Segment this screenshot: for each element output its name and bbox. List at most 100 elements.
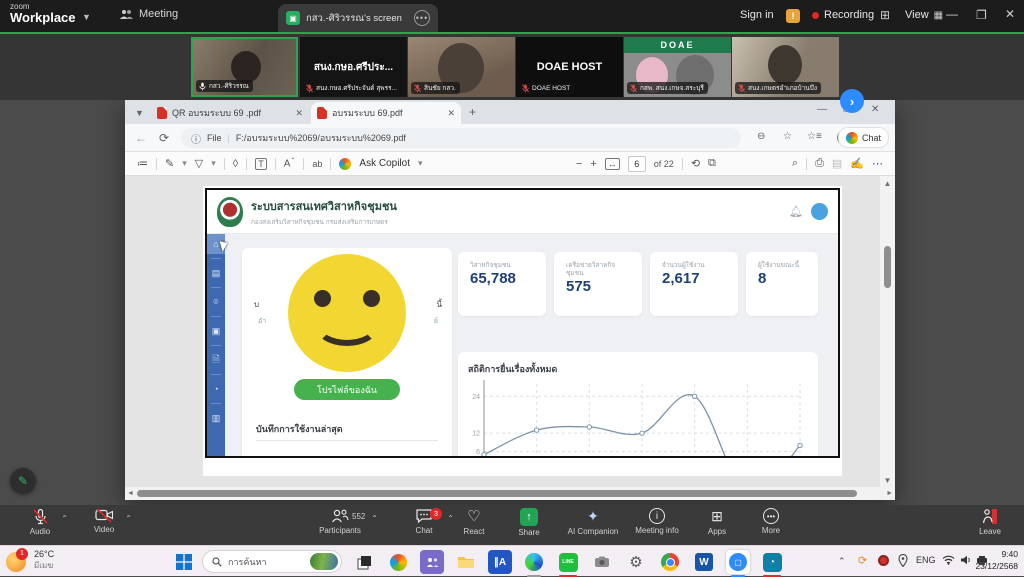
close-tab-icon[interactable]: ✕ [295, 108, 303, 119]
close-button[interactable]: ✕ [1005, 7, 1015, 21]
favorite-star-icon[interactable]: ☆ [783, 131, 792, 142]
back-icon[interactable]: ← [135, 131, 147, 145]
settings-button[interactable]: ⚙ [624, 550, 648, 574]
my-profile-button[interactable]: โปรไฟล์ของฉัน [294, 379, 400, 400]
video-tile[interactable]: สนง.กษอ.ศรีประ... สนง.กษอ.ศรีประจันต์ สุ… [300, 37, 407, 97]
blue-app-button[interactable]: ∥A [488, 550, 512, 574]
refresh-icon[interactable]: ⟳ [159, 131, 169, 145]
video-tile[interactable]: สินชัย กสว. [408, 37, 515, 97]
more-button[interactable]: ••• More [739, 508, 803, 544]
sync-icon[interactable]: ⟳ [858, 554, 867, 567]
security-shield-icon[interactable]: ! [786, 9, 800, 23]
vertical-scrollbar[interactable]: ▲ ▼ [880, 176, 895, 487]
close-tab-icon[interactable]: ✕ [447, 108, 455, 119]
line-app-button[interactable]: LINE [556, 550, 580, 574]
zoom-app-button[interactable]: ▢ [726, 550, 750, 574]
search-input[interactable]: การค้นหา [202, 550, 342, 573]
chevron-up-icon[interactable]: ⌃ [125, 514, 132, 523]
draw-pen-icon[interactable]: ✎ [165, 157, 174, 170]
scroll-down-icon[interactable]: ▼ [880, 473, 895, 487]
video-tile[interactable]: DOAE กสพ. สนง.เกษจ.สระบุรี [624, 37, 731, 97]
sidebar-camera-icon[interactable]: ▣ [207, 321, 225, 341]
zoom-in-icon[interactable]: + [590, 158, 596, 170]
chevron-down-icon[interactable]: ▾ [182, 158, 187, 169]
new-tab-button[interactable]: + [469, 105, 476, 119]
meeting-info-button[interactable]: i Meeting info [625, 508, 689, 544]
ask-copilot-button[interactable]: Ask Copilot [359, 158, 410, 169]
page-view-icon[interactable]: ⧉ [708, 157, 716, 170]
scroll-up-icon[interactable]: ▲ [880, 176, 895, 190]
scroll-left-icon[interactable]: ◄ [127, 490, 134, 497]
toc-icon[interactable]: ≔ [137, 157, 148, 170]
sidebar-card-icon[interactable]: ▥ [207, 408, 225, 428]
eraser-icon[interactable]: ◊ [233, 158, 238, 170]
chevron-down-icon[interactable]: ▼ [82, 12, 91, 22]
sign-in-button[interactable]: Sign in [740, 9, 774, 21]
save-as-icon[interactable]: ✍ [850, 157, 864, 170]
video-tile[interactable]: กสว.-ศิริวรรณ [191, 37, 298, 97]
browser-tab-active[interactable]: อบรมระบบ 69.pdf ✕ [311, 102, 461, 124]
copilot-chat-button[interactable]: Chat [838, 127, 889, 148]
horizontal-scrollbar[interactable]: ◄ ► [125, 487, 895, 500]
location-icon[interactable] [898, 554, 908, 567]
edge-button[interactable] [522, 550, 546, 574]
maximize-button[interactable]: ❐ [976, 8, 987, 22]
window-minimize-button[interactable]: — [817, 104, 827, 115]
translate-icon[interactable]: ab [312, 159, 322, 169]
taskbar-clock[interactable]: 9:40 23/12/2568 [975, 549, 1018, 573]
language-indicator[interactable]: ENG [916, 555, 936, 565]
video-tile[interactable]: สนง.เกษตรอำเภอบ้านบึง [732, 37, 839, 97]
tab-meeting[interactable]: Meeting [120, 8, 178, 20]
more-options-icon[interactable]: ⋯ [872, 157, 883, 170]
window-close-button[interactable]: ✕ [871, 104, 879, 115]
fit-width-icon[interactable]: ↔ [605, 158, 620, 170]
video-tile[interactable]: DOAE HOST DOAE HOST [516, 37, 623, 97]
tab-options-icon[interactable]: ••• [414, 10, 430, 26]
chrome-button[interactable] [658, 550, 682, 574]
read-aloud-icon[interactable]: A⌃ [284, 157, 296, 169]
rotate-icon[interactable]: ⟲ [691, 157, 700, 170]
recording-tray-icon[interactable] [878, 555, 889, 566]
share-button[interactable]: ↑ Share [497, 508, 561, 544]
annotate-button[interactable]: ✎ [10, 468, 36, 494]
wifi-icon[interactable] [942, 555, 955, 565]
scroll-right-icon[interactable]: ► [886, 490, 893, 497]
audio-button[interactable]: Audio ⌃ [8, 508, 72, 544]
scrollbar-thumb[interactable] [137, 490, 857, 497]
ai-companion-button[interactable]: ✦ AI Companion [561, 508, 625, 544]
sidebar-network-icon[interactable]: ⌾ [207, 292, 225, 312]
tab-shared-screen[interactable]: ▣ กสว.-ศิริวรรณ's screen ••• [278, 4, 438, 32]
page-number-input[interactable]: 6 [628, 156, 646, 172]
save-icon[interactable]: ▤ [832, 157, 842, 170]
chevron-up-icon[interactable]: ⌃ [61, 514, 68, 523]
start-button[interactable] [172, 550, 196, 574]
url-field[interactable]: ⓘ File | F:/อบรมระบบ%2069/อบรมระบบ%2069.… [181, 128, 741, 148]
word-button[interactable]: W [692, 550, 716, 574]
notification-bell-icon[interactable]: 🔔︎ [789, 205, 803, 218]
zoom-page-icon[interactable]: ⊖ [757, 131, 765, 142]
apps-grid-icon[interactable]: ⊞ [880, 8, 890, 22]
print-icon[interactable]: ⎙ [815, 157, 824, 170]
user-avatar[interactable] [811, 203, 828, 220]
chevron-down-icon[interactable]: ▾ [418, 158, 423, 169]
sidebar-folder-icon[interactable]: ▤ [207, 263, 225, 283]
people-app-button[interactable] [420, 550, 444, 574]
zoom-out-icon[interactable]: − [576, 158, 582, 170]
teal-app-button[interactable]: ◔ [760, 550, 784, 574]
video-button[interactable]: Video ⌃ [72, 508, 136, 544]
view-button[interactable]: View ▦ [905, 9, 943, 21]
next-videos-button[interactable]: › [840, 89, 864, 113]
copilot-taskbar-button[interactable] [386, 550, 410, 574]
speaker-icon[interactable] [960, 555, 972, 565]
browser-tab[interactable]: QR อบรมระบบ 69 .pdf ✕ [151, 102, 309, 124]
leave-button[interactable]: Leave [958, 508, 1022, 544]
camera-app-button[interactable] [590, 550, 614, 574]
task-view-button[interactable] [352, 550, 376, 574]
sidebar-chart-icon[interactable]: ◔ [207, 379, 225, 399]
file-explorer-button[interactable] [454, 550, 478, 574]
favorites-bar-icon[interactable]: ☆≡ [807, 131, 822, 142]
minimize-button[interactable]: — [946, 7, 958, 21]
weather-widget[interactable]: 1 26°C มีเมฆ [6, 549, 54, 572]
participants-button[interactable]: 552 Participants ⌃ [308, 508, 372, 544]
chevron-up-icon[interactable]: ⌃ [371, 514, 378, 523]
